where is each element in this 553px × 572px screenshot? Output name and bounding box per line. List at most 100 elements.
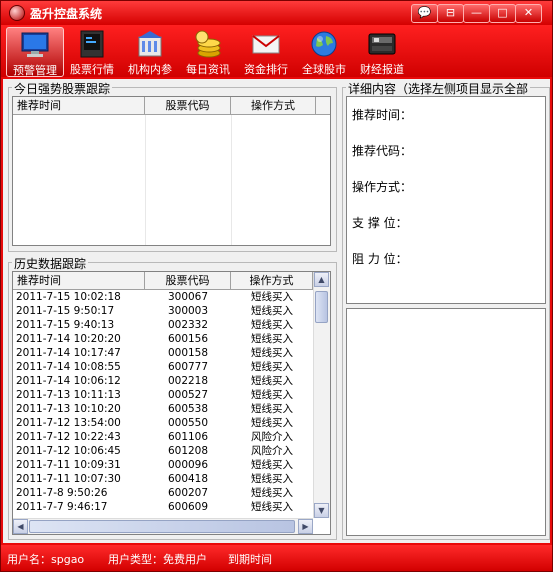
history-time-cell: 2011-7-15 9:40:13 [16,319,115,331]
history-code-cell: 600777 [167,361,209,373]
tool-label: 资金排行 [244,63,288,76]
detail-resistance-label: 阻 力 位： [352,252,408,266]
detail-support-label: 支 撑 位： [352,216,408,230]
column-header[interactable]: 推荐时间 [13,272,145,289]
column-divider [231,115,232,245]
column-header[interactable]: 操作方式 [231,97,316,114]
history-time-cell: 2011-7-12 10:06:45 [16,445,121,457]
tool-global-markets[interactable]: 全球股市 [296,27,352,76]
history-action-cell: 短线买入 [251,319,293,331]
horizontal-scrollbar[interactable]: ◀ ▶ [13,518,313,534]
history-code-cell: 000158 [167,347,209,359]
detail-recommend-time-label: 推荐时间： [352,108,413,122]
vertical-scroll-thumb[interactable] [315,291,328,323]
tool-stock-quotes[interactable]: 股票行情 [64,27,120,76]
history-time-cell: 2011-7-14 10:17:47 [16,347,121,359]
tool-institution-report[interactable]: 机构内参 [122,27,178,76]
tool-label: 全球股市 [302,63,346,76]
maximize-button[interactable]: □ [489,4,516,23]
close-button[interactable]: ✕ [515,4,542,23]
tool-label: 每日资讯 [186,63,230,76]
history-grid[interactable]: 推荐时间 股票代码 操作方式 2011-7-15 10:02:18 300067 短… [12,271,331,535]
history-time-cell: 2011-7-15 10:02:18 [16,291,121,303]
vertical-scrollbar[interactable]: ▲ ▼ [313,272,330,518]
history-code-cell: 600538 [167,403,209,415]
history-time-cell: 2011-7-12 10:22:43 [16,431,121,443]
history-code-cell: 000527 [167,389,209,401]
building-icon [138,31,162,57]
table-row[interactable]: 2011-7-12 10:22:43 601106 风险介入 [13,431,313,444]
history-action-cell: 风险介入 [251,431,293,443]
table-row[interactable]: 2011-7-14 10:20:20 600156 短线买入 [13,333,313,346]
title-bar[interactable]: 盈升控盘系统 💬 ⊟ — □ ✕ [1,1,552,25]
table-row[interactable]: 2011-7-14 10:08:55 600777 短线买入 [13,361,313,374]
history-code-cell: 600609 [167,501,209,513]
table-row[interactable]: 2011-7-13 10:10:20 600538 短线买入 [13,403,313,416]
column-divider [145,115,146,245]
scroll-down-arrow-icon[interactable]: ▼ [314,503,329,518]
tool-fund-ranking[interactable]: 资金排行 [238,27,294,76]
table-row[interactable]: 2011-7-15 9:50:17 300003 短线买入 [13,305,313,318]
status-bar: 用户名：spgao 用户类型：免费用户 到期时间 [1,545,552,571]
skin-button[interactable]: ⊟ [437,4,464,23]
detail-info-box: 推荐时间： 推荐代码： 操作方式： 支 撑 位： 阻 力 位： [346,96,546,304]
history-time-cell: 2011-7-12 13:54:00 [16,417,121,429]
history-panel-title: 历史数据跟踪 [12,255,89,272]
today-grid[interactable]: 推荐时间 股票代码 操作方式 [12,96,331,246]
client-area: 今日强势股票跟踪 推荐时间 股票代码 操作方式 历史数据跟踪 推荐时间 股票代码… [3,79,550,543]
app-window: 盈升控盘系统 💬 ⊟ — □ ✕ 预警管理 股票行情 机构内参 每日资讯 资金排… [0,0,553,572]
column-header[interactable]: 股票代码 [145,272,231,289]
history-action-cell: 短线买入 [251,501,293,513]
column-header[interactable]: 股票代码 [145,97,231,114]
table-row[interactable]: 2011-7-15 9:40:13 002332 短线买入 [13,319,313,332]
feedback-button[interactable]: 💬 [411,4,438,23]
column-header[interactable]: 推荐时间 [13,97,145,114]
history-action-cell: 短线买入 [251,389,293,401]
today-panel-title: 今日强势股票跟踪 [12,80,113,97]
status-expiry: 到期时间 [228,553,272,566]
column-header[interactable]: 操作方式 [231,272,313,289]
minimize-button[interactable]: — [463,4,490,23]
table-row[interactable]: 2011-7-14 10:06:12 002218 短线买入 [13,375,313,388]
today-panel: 今日强势股票跟踪 推荐时间 股票代码 操作方式 [8,80,337,252]
history-time-cell: 2011-7-15 9:50:17 [16,305,115,317]
tool-daily-news[interactable]: 每日资讯 [180,27,236,76]
detail-content-box[interactable] [346,308,546,536]
table-row[interactable]: 2011-7-14 10:17:47 000158 短线买入 [13,347,313,360]
scroll-up-arrow-icon[interactable]: ▲ [314,272,329,287]
table-row[interactable]: 2011-7-12 10:06:45 601208 风险介入 [13,445,313,458]
history-time-cell: 2011-7-14 10:06:12 [16,375,121,387]
horizontal-scroll-thumb[interactable] [29,520,295,533]
radio-icon [368,33,396,55]
detail-panel-title: 详细内容（选择左侧项目显示全部 [346,80,531,97]
history-action-cell: 短线买入 [251,459,293,471]
globe-icon [311,31,337,57]
history-time-cell: 2011-7-13 10:11:13 [16,389,121,401]
screen-icon [80,30,104,58]
table-row[interactable]: 2011-7-11 10:07:30 600418 短线买入 [13,473,313,486]
history-action-cell: 短线买入 [251,291,293,303]
history-time-cell: 2011-7-7 9:46:17 [16,501,108,513]
table-row[interactable]: 2011-7-13 10:11:13 000527 短线买入 [13,389,313,402]
table-row[interactable]: 2011-7-8 9:50:26 600207 短线买入 [13,487,313,500]
table-row[interactable]: 2011-7-15 10:02:18 300067 短线买入 [13,291,313,304]
scroll-right-arrow-icon[interactable]: ▶ [298,519,313,534]
tool-finance-report[interactable]: 财经报道 [354,27,410,76]
tool-label: 股票行情 [70,63,114,76]
history-time-cell: 2011-7-14 10:08:55 [16,361,121,373]
status-user-type: 用户类型：免费用户 [108,553,207,566]
history-code-cell: 600156 [167,333,209,345]
tool-alert-management[interactable]: 预警管理 [6,27,64,77]
table-row[interactable]: 2011-7-11 10:09:31 000096 短线买入 [13,459,313,472]
table-row[interactable]: 2011-7-7 9:46:17 600609 短线买入 [13,501,313,514]
history-time-cell: 2011-7-11 10:07:30 [16,473,121,485]
history-action-cell: 短线买入 [251,487,293,499]
detail-recommend-code-label: 推荐代码： [352,144,413,158]
history-code-cell: 000550 [167,417,209,429]
history-time-cell: 2011-7-8 9:50:26 [16,487,108,499]
window-title: 盈升控盘系统 [30,7,103,21]
history-action-cell: 短线买入 [251,417,293,429]
table-row[interactable]: 2011-7-12 13:54:00 000550 短线买入 [13,417,313,430]
history-code-cell: 300067 [167,291,209,303]
scroll-left-arrow-icon[interactable]: ◀ [13,519,28,534]
